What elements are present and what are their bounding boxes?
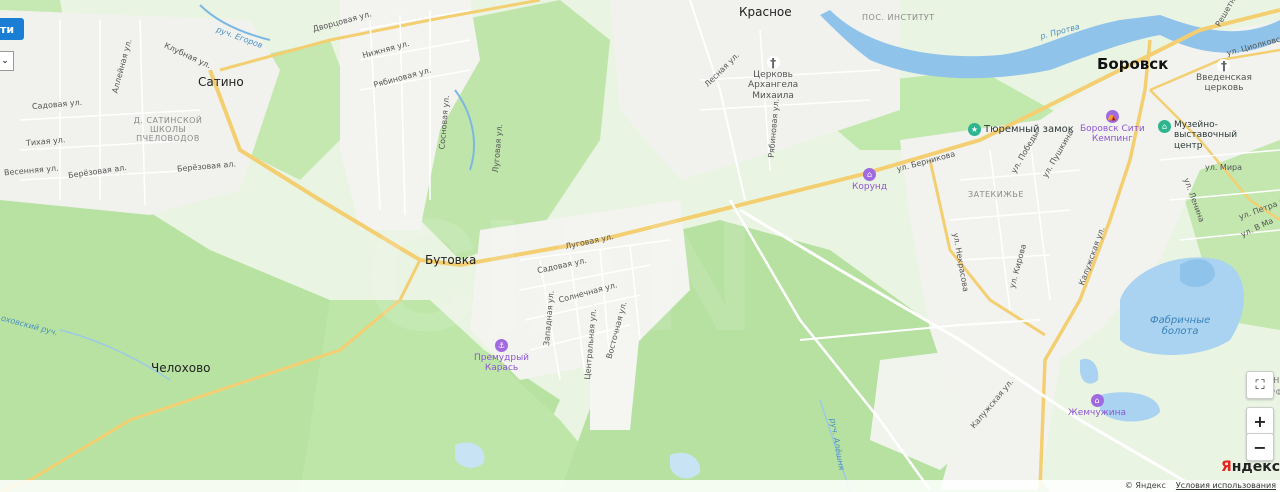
poi-zhemchuzhina-label: Жемчужина [1068, 408, 1127, 418]
poi-korund-label: Корунд [852, 182, 888, 192]
settlement-krasnoe: Красное [739, 5, 792, 19]
church-cross-icon: † [766, 56, 780, 70]
poi-camping-label: Боровск Сити Кемпинг [1080, 124, 1145, 145]
fishing-icon: ⚓ [495, 339, 509, 352]
city-borovsk: Боровск [1097, 55, 1169, 73]
poi-korund[interactable]: ⌂ Корунд [852, 168, 887, 192]
yandex-logo-letter: Я [1220, 459, 1232, 475]
street-mira: ул. Мира [1205, 163, 1243, 172]
poi-karas-label: Премудрый Карась [474, 353, 530, 374]
settlement-satino: Сатино [198, 75, 244, 89]
district-satino-school: Д. Сатинской школы пчеловодов [133, 116, 203, 143]
poi-museum-label: Музейно- выставочный центр [1174, 120, 1238, 151]
settlement-butovka: Бутовка [425, 253, 477, 267]
terms-link[interactable]: Условия использования [1176, 481, 1276, 490]
poi-church-krasnoe[interactable]: † Церковь Архангела Михаила [748, 56, 798, 101]
hotel-icon: ⌂ [1090, 394, 1104, 407]
poi-borovsk-camping[interactable]: ⛺ Боровск Сити Кемпинг [1080, 110, 1145, 145]
plus-icon: + [1253, 411, 1267, 431]
fullscreen-button[interactable]: ⛶ [1246, 371, 1274, 399]
zoom-in-button[interactable]: + [1246, 407, 1274, 435]
poi-vvedenskaya-label: Введенская церковь [1196, 73, 1252, 94]
copyright-text: © Яндекс [1124, 481, 1166, 490]
star-icon: ★ [968, 123, 981, 136]
hotel-icon: ⌂ [863, 168, 877, 181]
fullscreen-icon: ⛶ [1255, 377, 1265, 393]
zoom-out-button[interactable]: − [1246, 433, 1274, 461]
poi-zhemchuzhina[interactable]: ⌂ Жемчужина [1068, 394, 1126, 418]
attribution-bar [0, 480, 1280, 492]
yandex-logo-text: ндекс [1231, 459, 1280, 475]
poi-museum-center[interactable]: ⌂ Музейно- выставочный центр [1158, 120, 1237, 151]
museum-icon: ⌂ [1158, 120, 1171, 133]
minus-icon: − [1253, 437, 1267, 457]
district-institut: пос. Институт [862, 13, 935, 22]
map-canvas[interactable]: CIAN Сатино Бутовка Челохово Красное Бор… [0, 0, 1280, 492]
camping-icon: ⛺ [1105, 110, 1119, 123]
poi-vvedenskaya-church[interactable]: † Введенская церковь [1196, 59, 1252, 94]
district-zatekizhe: Затекижье [968, 190, 1024, 199]
attribution: © Яндекс Условия использования [1125, 481, 1276, 490]
poi-prison-castle-label: Тюремный замок [984, 124, 1074, 136]
poi-premudry-karas[interactable]: ⚓ Премудрый Карась [474, 339, 529, 374]
poi-church-krasnoe-label: Церковь Архангела Михаила [748, 70, 799, 101]
church-cross-icon: † [1217, 59, 1231, 73]
yandex-logo[interactable]: Яндекс [1221, 459, 1280, 475]
lake-fabrichnye-bolota: Фабричные болота [1150, 315, 1211, 337]
poi-prison-castle[interactable]: ★ Тюремный замок [968, 123, 1074, 137]
settlement-chelokhovo: Челохово [151, 361, 211, 375]
map-action-button[interactable]: ти [0, 18, 25, 40]
cian-watermark: CIAN [364, 185, 755, 364]
map-layer-dropdown[interactable]: ⌄ [0, 51, 14, 71]
